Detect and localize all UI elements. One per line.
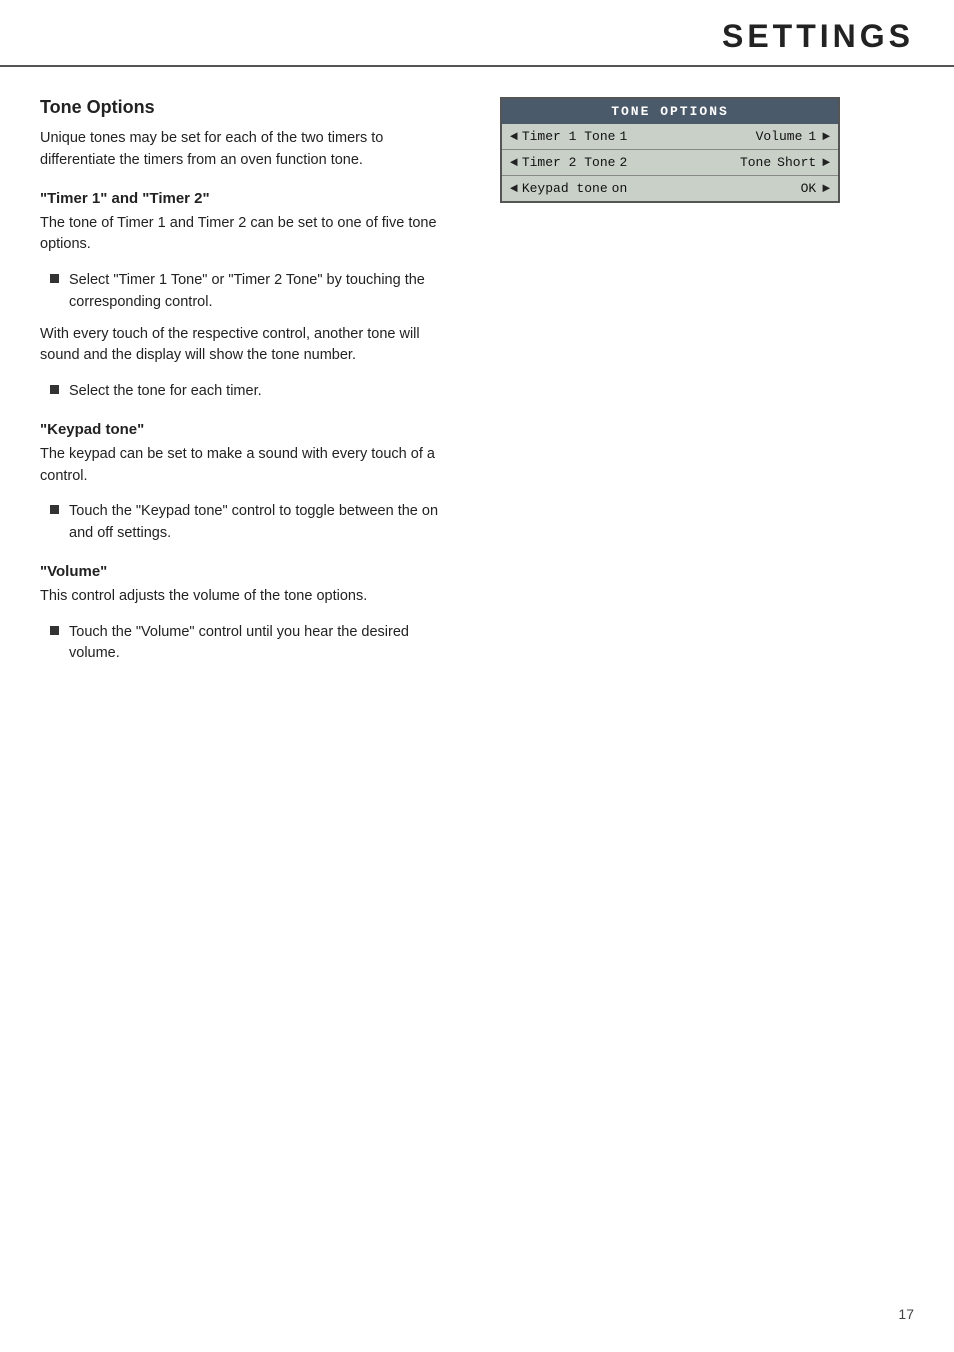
display-row-right-timer1: Volume 1 ► xyxy=(756,129,830,144)
subsection-timer1-timer2: "Timer 1" and "Timer 2" The tone of Time… xyxy=(40,190,460,314)
page-header: SETTINGS xyxy=(0,0,954,67)
timer1-tone-label: Timer 1 Tone xyxy=(522,129,616,144)
bullet-item: Touch the "Keypad tone" control to toggl… xyxy=(40,501,460,545)
bullet-text: Touch the "Keypad tone" control to toggl… xyxy=(69,501,460,545)
bullet-icon xyxy=(50,505,59,514)
timer2-tone-label: Timer 2 Tone xyxy=(522,155,616,170)
intro-paragraph: Unique tones may be set for each of the … xyxy=(40,128,460,172)
bullet-icon xyxy=(50,385,59,394)
display-row-timer1[interactable]: ◄ Timer 1 Tone 1 Volume 1 ► xyxy=(502,124,838,150)
display-row-label-timer1: ◄ Timer 1 Tone 1 xyxy=(510,129,640,144)
tone-value: Short xyxy=(777,155,816,170)
section-title: Tone Options xyxy=(40,97,460,118)
bullet-icon xyxy=(50,274,59,283)
display-panel-header: TONE OPTIONS xyxy=(502,99,838,124)
keypad-tone-paragraph: The keypad can be set to make a sound wi… xyxy=(40,444,460,488)
subsection-timer-title: "Timer 1" and "Timer 2" xyxy=(40,190,460,207)
volume-label: Volume xyxy=(756,129,803,144)
arrow-left-icon-timer1: ◄ xyxy=(510,129,518,144)
subsection-keypad-tone: "Keypad tone" The keypad can be set to m… xyxy=(40,421,460,545)
bullet-item: Select the tone for each timer. xyxy=(40,381,460,403)
keypad-tone-value: on xyxy=(612,181,628,196)
arrow-right-icon-timer2: ► xyxy=(822,155,830,170)
display-row-timer2[interactable]: ◄ Timer 2 Tone 2 Tone Short ► xyxy=(502,150,838,176)
bullet-text: Touch the "Volume" control until you hea… xyxy=(69,622,460,666)
arrow-left-icon-timer2: ◄ xyxy=(510,155,518,170)
bullet-text: Select the tone for each timer. xyxy=(69,381,262,403)
display-row-keypad[interactable]: ◄ Keypad tone on OK ► xyxy=(502,176,838,201)
timer1-tone-value: 1 xyxy=(619,129,627,144)
subsection-timer-paragraph: The tone of Timer 1 and Timer 2 can be s… xyxy=(40,213,460,257)
display-row-label-timer2: ◄ Timer 2 Tone 2 xyxy=(510,155,640,170)
between-touch-paragraph: With every touch of the respective contr… xyxy=(40,324,460,368)
left-column: Tone Options Unique tones may be set for… xyxy=(40,97,460,675)
bullet-item: Touch the "Volume" control until you hea… xyxy=(40,622,460,666)
display-row-label-keypad: ◄ Keypad tone on xyxy=(510,181,640,196)
tone-label: Tone xyxy=(740,155,771,170)
bullet-text: Select "Timer 1 Tone" or "Timer 2 Tone" … xyxy=(69,270,460,314)
right-column: TONE OPTIONS ◄ Timer 1 Tone 1 Volume 1 ►… xyxy=(500,97,840,675)
display-panel: TONE OPTIONS ◄ Timer 1 Tone 1 Volume 1 ►… xyxy=(500,97,840,203)
keypad-tone-title: "Keypad tone" xyxy=(40,421,460,438)
subsection-between-touch: With every touch of the respective contr… xyxy=(40,324,460,403)
arrow-right-icon-timer1: ► xyxy=(822,129,830,144)
volume-title: "Volume" xyxy=(40,563,460,580)
page-title: SETTINGS xyxy=(722,18,914,55)
volume-value: 1 xyxy=(808,129,816,144)
volume-paragraph: This control adjusts the volume of the t… xyxy=(40,586,460,608)
display-row-right-keypad: OK ► xyxy=(795,181,830,196)
bullet-item: Select "Timer 1 Tone" or "Timer 2 Tone" … xyxy=(40,270,460,314)
bullet-icon xyxy=(50,626,59,635)
page-number: 17 xyxy=(898,1306,914,1322)
keypad-tone-label: Keypad tone xyxy=(522,181,608,196)
arrow-right-icon-keypad: ► xyxy=(822,181,830,196)
subsection-volume: "Volume" This control adjusts the volume… xyxy=(40,563,460,665)
arrow-left-icon-keypad: ◄ xyxy=(510,181,518,196)
display-row-right-timer2: Tone Short ► xyxy=(740,155,830,170)
page-content: Tone Options Unique tones may be set for… xyxy=(0,67,954,705)
timer2-tone-value: 2 xyxy=(619,155,627,170)
ok-value: OK xyxy=(801,181,817,196)
